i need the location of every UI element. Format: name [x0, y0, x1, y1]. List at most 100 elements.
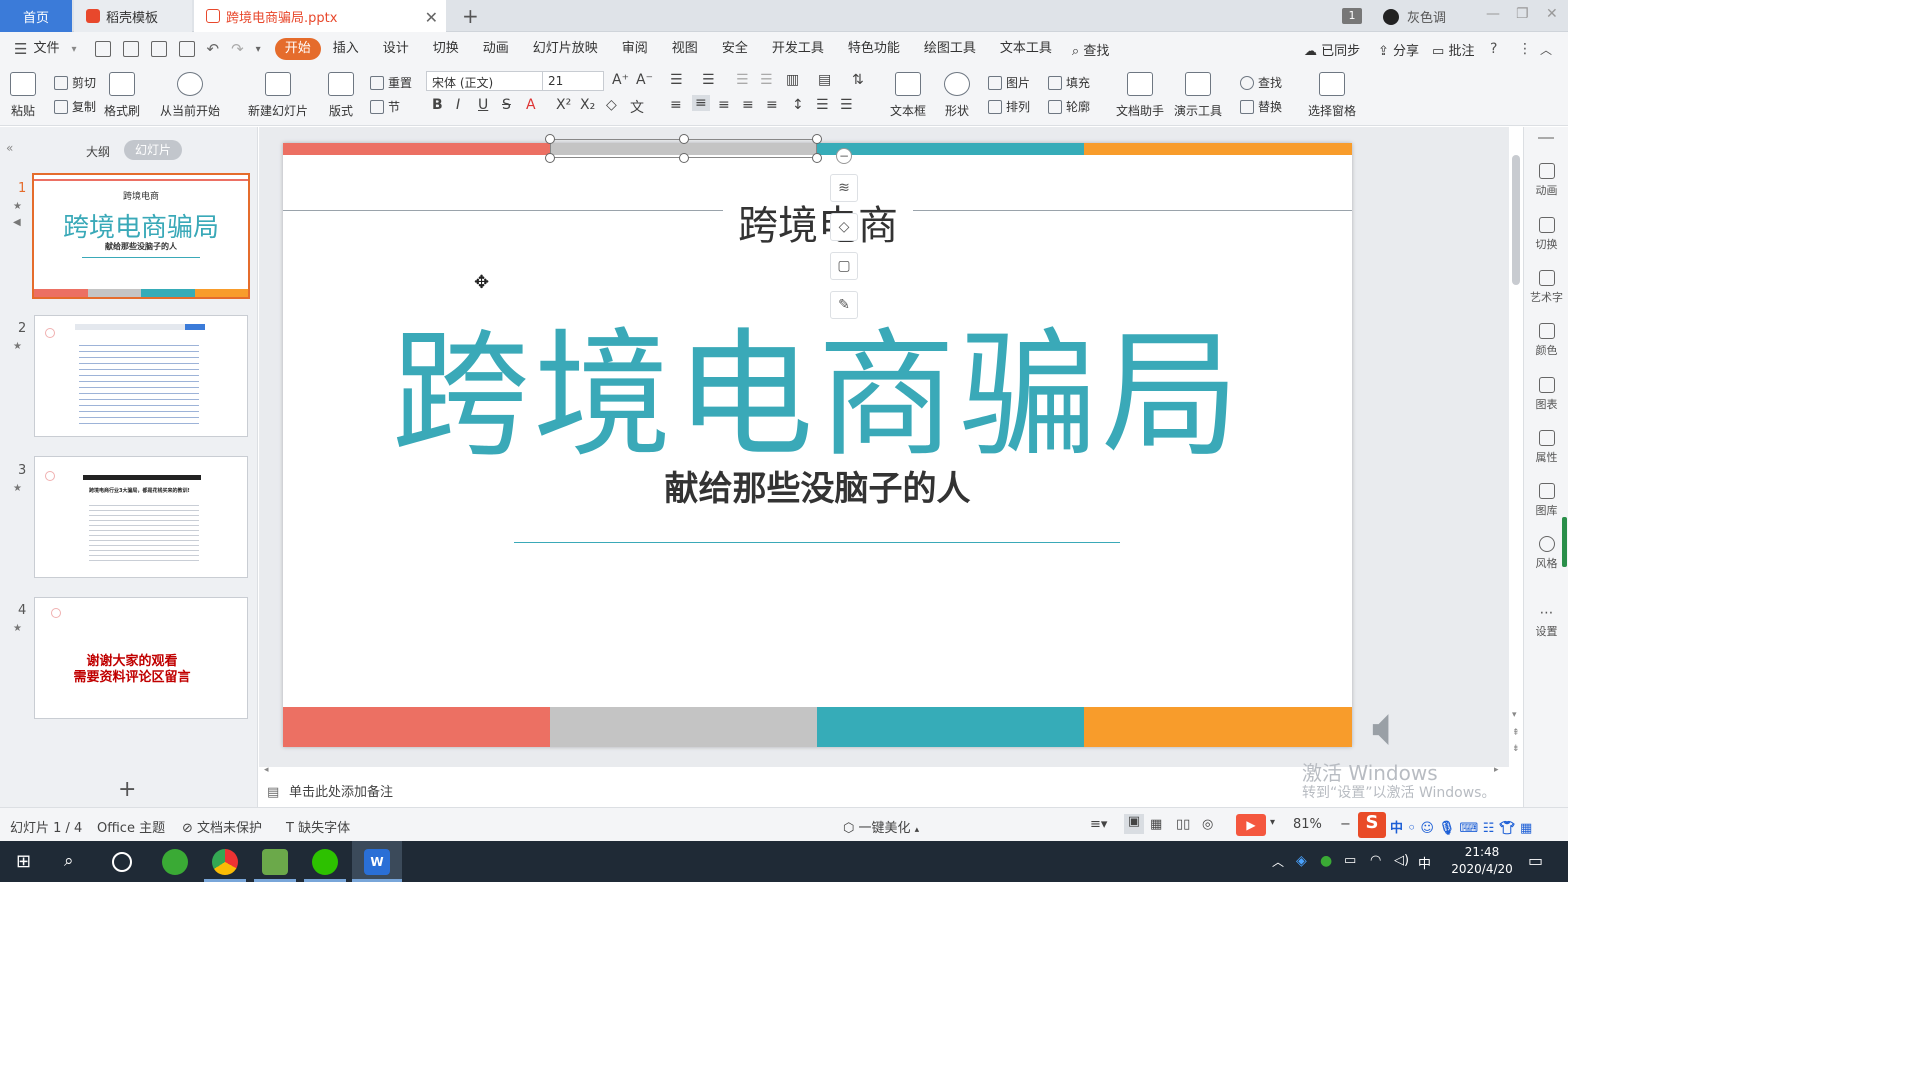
notepad-icon[interactable]	[262, 849, 288, 875]
menu-developer[interactable]: 开发工具	[760, 38, 836, 60]
sogou-ime-icon[interactable]: S	[1358, 812, 1386, 838]
paste-button[interactable]: 粘贴	[10, 72, 36, 119]
wps-icon[interactable]: W	[364, 849, 390, 875]
italic-icon[interactable]: I	[456, 97, 460, 113]
tray-360-icon[interactable]: ●	[1320, 853, 1332, 869]
beautify-button[interactable]: ⬡ 一键美化 ▴	[843, 817, 919, 836]
align-center-icon[interactable]: ≡	[692, 95, 710, 111]
underline-icon[interactable]: U	[478, 97, 488, 113]
battery-icon[interactable]: ▭	[1344, 853, 1356, 868]
layers-icon[interactable]: ≋	[830, 174, 858, 202]
prev-slide-icon[interactable]: ⇞	[1512, 728, 1520, 738]
menu-animation[interactable]: 动画	[471, 38, 521, 60]
slide-thumbnail-4[interactable]: 谢谢大家的观看 需要资料评论区留言	[34, 597, 248, 719]
more-icon[interactable]: ⋮	[1518, 41, 1532, 57]
subscript-icon[interactable]: X₂	[580, 97, 595, 113]
scroll-right-icon[interactable]: ▸	[1494, 765, 1499, 775]
volume-icon[interactable]: ◁)	[1394, 853, 1409, 868]
slide-subtitle[interactable]: 献给那些没脑子的人	[283, 461, 1352, 510]
task-view-icon[interactable]	[112, 852, 132, 872]
ime-indicator[interactable]: 中	[1418, 853, 1431, 872]
doc-protection[interactable]: ⊘ 文档未保护	[182, 817, 262, 836]
zoom-out-icon[interactable]: −	[1340, 817, 1351, 832]
next-slide-icon[interactable]: ⇟	[1512, 744, 1520, 754]
bullet-list-icon[interactable]: ☰	[670, 72, 683, 88]
sidebar-settings[interactable]: ⋯ 设置	[1524, 605, 1569, 639]
hamburger-icon[interactable]: ☰	[14, 40, 27, 58]
from-current-button[interactable]: 从当前开始	[160, 72, 220, 119]
font-name-select[interactable]: 宋体 (正文)	[426, 71, 544, 91]
save-icon[interactable]	[94, 41, 111, 57]
tab-template[interactable]: 稻壳模板	[74, 0, 192, 32]
redo-icon[interactable]: ↷	[231, 40, 244, 58]
close-window-icon[interactable]: ✕	[1546, 6, 1558, 22]
arrange-button[interactable]: 排列	[988, 98, 1030, 115]
notes-toggle-icon[interactable]: ≡▾	[1090, 817, 1107, 832]
print-preview-icon[interactable]	[178, 41, 195, 57]
paragraph-spacing-icon[interactable]: ☰	[816, 97, 829, 113]
search-menu[interactable]: ⌕ 查找	[1072, 40, 1109, 59]
section-button[interactable]: 节	[370, 98, 400, 115]
print-icon[interactable]	[150, 41, 167, 57]
sidebar-gallery[interactable]: 图库	[1524, 483, 1569, 518]
windows-start-icon[interactable]: ⊞	[16, 851, 31, 872]
font-color-icon[interactable]: A	[526, 97, 536, 113]
sidebar-chart[interactable]: 图表	[1524, 377, 1569, 412]
superscript-icon[interactable]: X²	[556, 97, 571, 113]
sidebar-properties[interactable]: 属性	[1524, 430, 1569, 465]
system-clock[interactable]: 21:48 2020/4/20	[1444, 844, 1520, 878]
close-tab-icon[interactable]: ✕	[425, 8, 438, 27]
zoom-level[interactable]: 81%	[1293, 817, 1322, 832]
menu-design[interactable]: 设计	[371, 38, 421, 60]
shape-button[interactable]: 形状	[944, 72, 970, 119]
share-button[interactable]: ⇪ 分享	[1378, 40, 1419, 59]
sidebar-animation[interactable]: 动画	[1524, 163, 1569, 198]
notification-icon[interactable]: ▭	[1528, 851, 1543, 870]
shape-fill-icon[interactable]: ◇	[830, 213, 858, 241]
copy-button[interactable]: 复制	[54, 98, 96, 115]
collapse-float-icon[interactable]: −	[836, 148, 852, 164]
normal-view-icon[interactable]: ▣	[1124, 814, 1144, 834]
pen-icon[interactable]: ✎	[830, 291, 858, 319]
wifi-icon[interactable]: ◠	[1370, 853, 1381, 868]
app-360-icon[interactable]	[162, 849, 188, 875]
cut-button[interactable]: 剪切	[54, 74, 96, 91]
menu-special[interactable]: 特色功能	[836, 38, 912, 60]
menu-transition[interactable]: 切换	[421, 38, 471, 60]
doc-assistant-button[interactable]: 文档助手	[1116, 72, 1164, 119]
menu-view[interactable]: 视图	[660, 38, 710, 60]
reset-button[interactable]: 重置	[370, 74, 412, 91]
resize-handle[interactable]	[545, 134, 555, 144]
decrease-font-icon[interactable]: A⁻	[636, 72, 653, 88]
text-direction-icon[interactable]: ⇅	[852, 72, 864, 88]
presenter-view-icon[interactable]: ◎	[1202, 817, 1213, 832]
slide-thumbnail-3[interactable]: 跨境电商行业3大骗局，都是花钱买来的教训!	[34, 456, 248, 578]
textbox-button[interactable]: 文本框	[890, 72, 926, 119]
slide-title[interactable]: 跨境电商骗局	[283, 283, 1352, 483]
decrease-indent-icon[interactable]: ☰	[736, 72, 749, 88]
new-slide-button[interactable]: 新建幻灯片	[248, 72, 308, 119]
chevron-down-icon[interactable]: ▾	[71, 44, 76, 55]
bold-icon[interactable]: B	[432, 97, 443, 113]
missing-fonts[interactable]: T 缺失字体	[286, 817, 350, 836]
numbered-list-icon[interactable]: ☰	[702, 72, 715, 88]
menu-drawing-tools[interactable]: 绘图工具	[912, 38, 988, 60]
format-painter-button[interactable]: 格式刷	[104, 72, 140, 119]
restore-icon[interactable]: ❐	[1516, 6, 1529, 22]
search-icon[interactable]: ⌕	[64, 851, 74, 871]
strikethrough-icon[interactable]: S	[502, 97, 511, 113]
sidebar-wordart[interactable]: 艺术字	[1524, 270, 1569, 305]
justify-icon[interactable]: ≡	[742, 97, 754, 113]
export-icon[interactable]	[122, 41, 139, 57]
collapse-ribbon-icon[interactable]: ︿	[1540, 41, 1552, 58]
tab-home[interactable]: 首页	[0, 0, 72, 32]
slide-sorter-icon[interactable]: ▦	[1150, 817, 1162, 832]
undo-icon[interactable]: ↶	[207, 40, 220, 58]
chrome-icon[interactable]	[212, 849, 238, 875]
menu-text-tools[interactable]: 文本工具	[988, 38, 1064, 60]
increase-font-icon[interactable]: A⁺	[612, 72, 629, 88]
fill-button[interactable]: 填充	[1048, 74, 1090, 91]
help-icon[interactable]: ?	[1490, 41, 1497, 57]
increase-indent-icon[interactable]: ☰	[760, 72, 773, 88]
add-slide-icon[interactable]: +	[118, 777, 136, 802]
